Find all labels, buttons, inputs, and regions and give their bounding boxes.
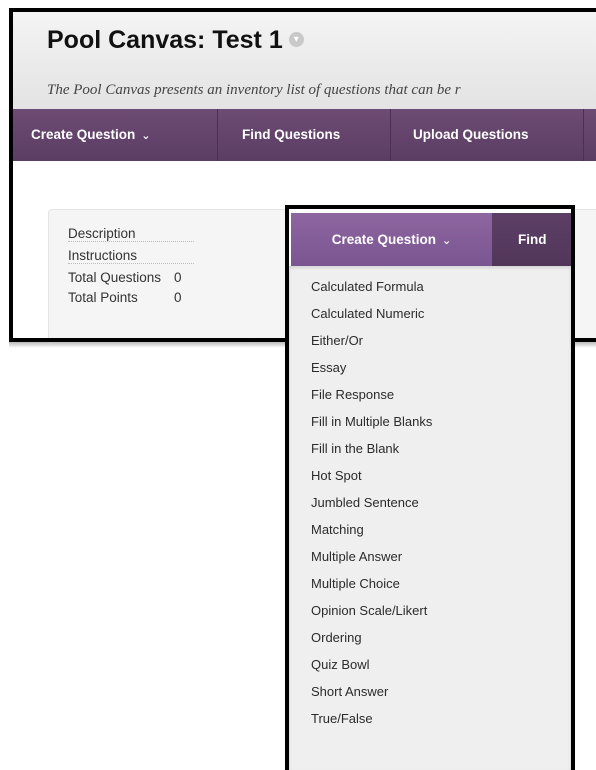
menu-item-multiple-answer[interactable]: Multiple Answer [311, 549, 402, 564]
menu-item-opinion-scale-likert[interactable]: Opinion Scale/Likert [311, 603, 427, 618]
menu-item-calculated-formula[interactable]: Calculated Formula [311, 279, 424, 294]
info-value-total-points: 0 [174, 290, 182, 305]
menu-item-ordering[interactable]: Ordering [311, 630, 362, 645]
menu-item-file-response[interactable]: File Response [311, 387, 394, 402]
menu-item-calculated-numeric[interactable]: Calculated Numeric [311, 306, 424, 321]
page-title-text: Pool Canvas: Test 1 [47, 26, 283, 54]
menu-item-hot-spot[interactable]: Hot Spot [311, 468, 362, 483]
zoomed-find-button[interactable]: Find [492, 213, 571, 266]
page-title: Pool Canvas: Test 1 ▾ [47, 26, 304, 55]
question-type-menu: Calculated Formula Calculated Numeric Ei… [289, 266, 571, 770]
menu-item-either-or[interactable]: Either/Or [311, 333, 363, 348]
menu-item-short-answer[interactable]: Short Answer [311, 684, 388, 699]
menu-item-jumbled-sentence[interactable]: Jumbled Sentence [311, 495, 419, 510]
zoomed-action-bar: Create Question ⌄ Find [289, 209, 571, 266]
info-label-total-points: Total Points [68, 290, 138, 305]
info-label-instructions: Instructions [68, 248, 194, 264]
menu-item-true-false[interactable]: True/False [311, 711, 373, 726]
zoomed-create-question-button[interactable]: Create Question ⌄ [291, 213, 492, 266]
chevron-down-icon: ⌄ [141, 130, 151, 142]
action-bar: Create Question ⌄ Find Questions Upload Q… [13, 109, 596, 161]
menu-item-quiz-bowl[interactable]: Quiz Bowl [311, 657, 370, 672]
chevron-down-circle-icon[interactable]: ▾ [288, 31, 304, 47]
zoomed-create-question-label: Create Question [331, 232, 437, 247]
find-questions-label: Find Questions [242, 127, 341, 142]
menu-item-multiple-choice[interactable]: Multiple Choice [311, 576, 400, 591]
menu-item-fill-in-multiple-blanks[interactable]: Fill in Multiple Blanks [311, 414, 432, 429]
menu-item-essay[interactable]: Essay [311, 360, 346, 375]
page-subtitle: The Pool Canvas presents an inventory li… [47, 82, 461, 98]
create-question-button[interactable]: Create Question ⌄ [13, 109, 218, 161]
zoomed-find-label: Find [518, 232, 547, 247]
menu-item-fill-in-the-blank[interactable]: Fill in the Blank [311, 441, 399, 456]
create-question-label: Create Question [31, 127, 136, 142]
find-questions-button[interactable]: Find Questions [218, 109, 391, 161]
upload-questions-button[interactable]: Upload Questions [391, 109, 584, 161]
menu-item-matching[interactable]: Matching [311, 522, 364, 537]
info-value-total-questions: 0 [174, 270, 182, 285]
page-header: Pool Canvas: Test 1 ▾ The Pool Canvas pre… [13, 12, 596, 110]
zoomed-dropdown-callout: Create Question ⌄ Find Calculated Formula… [285, 205, 575, 770]
chevron-down-icon: ⌄ [442, 235, 452, 247]
info-label-description: Description [68, 226, 194, 242]
upload-questions-label: Upload Questions [413, 127, 529, 142]
info-label-total-questions: Total Questions [68, 270, 162, 285]
